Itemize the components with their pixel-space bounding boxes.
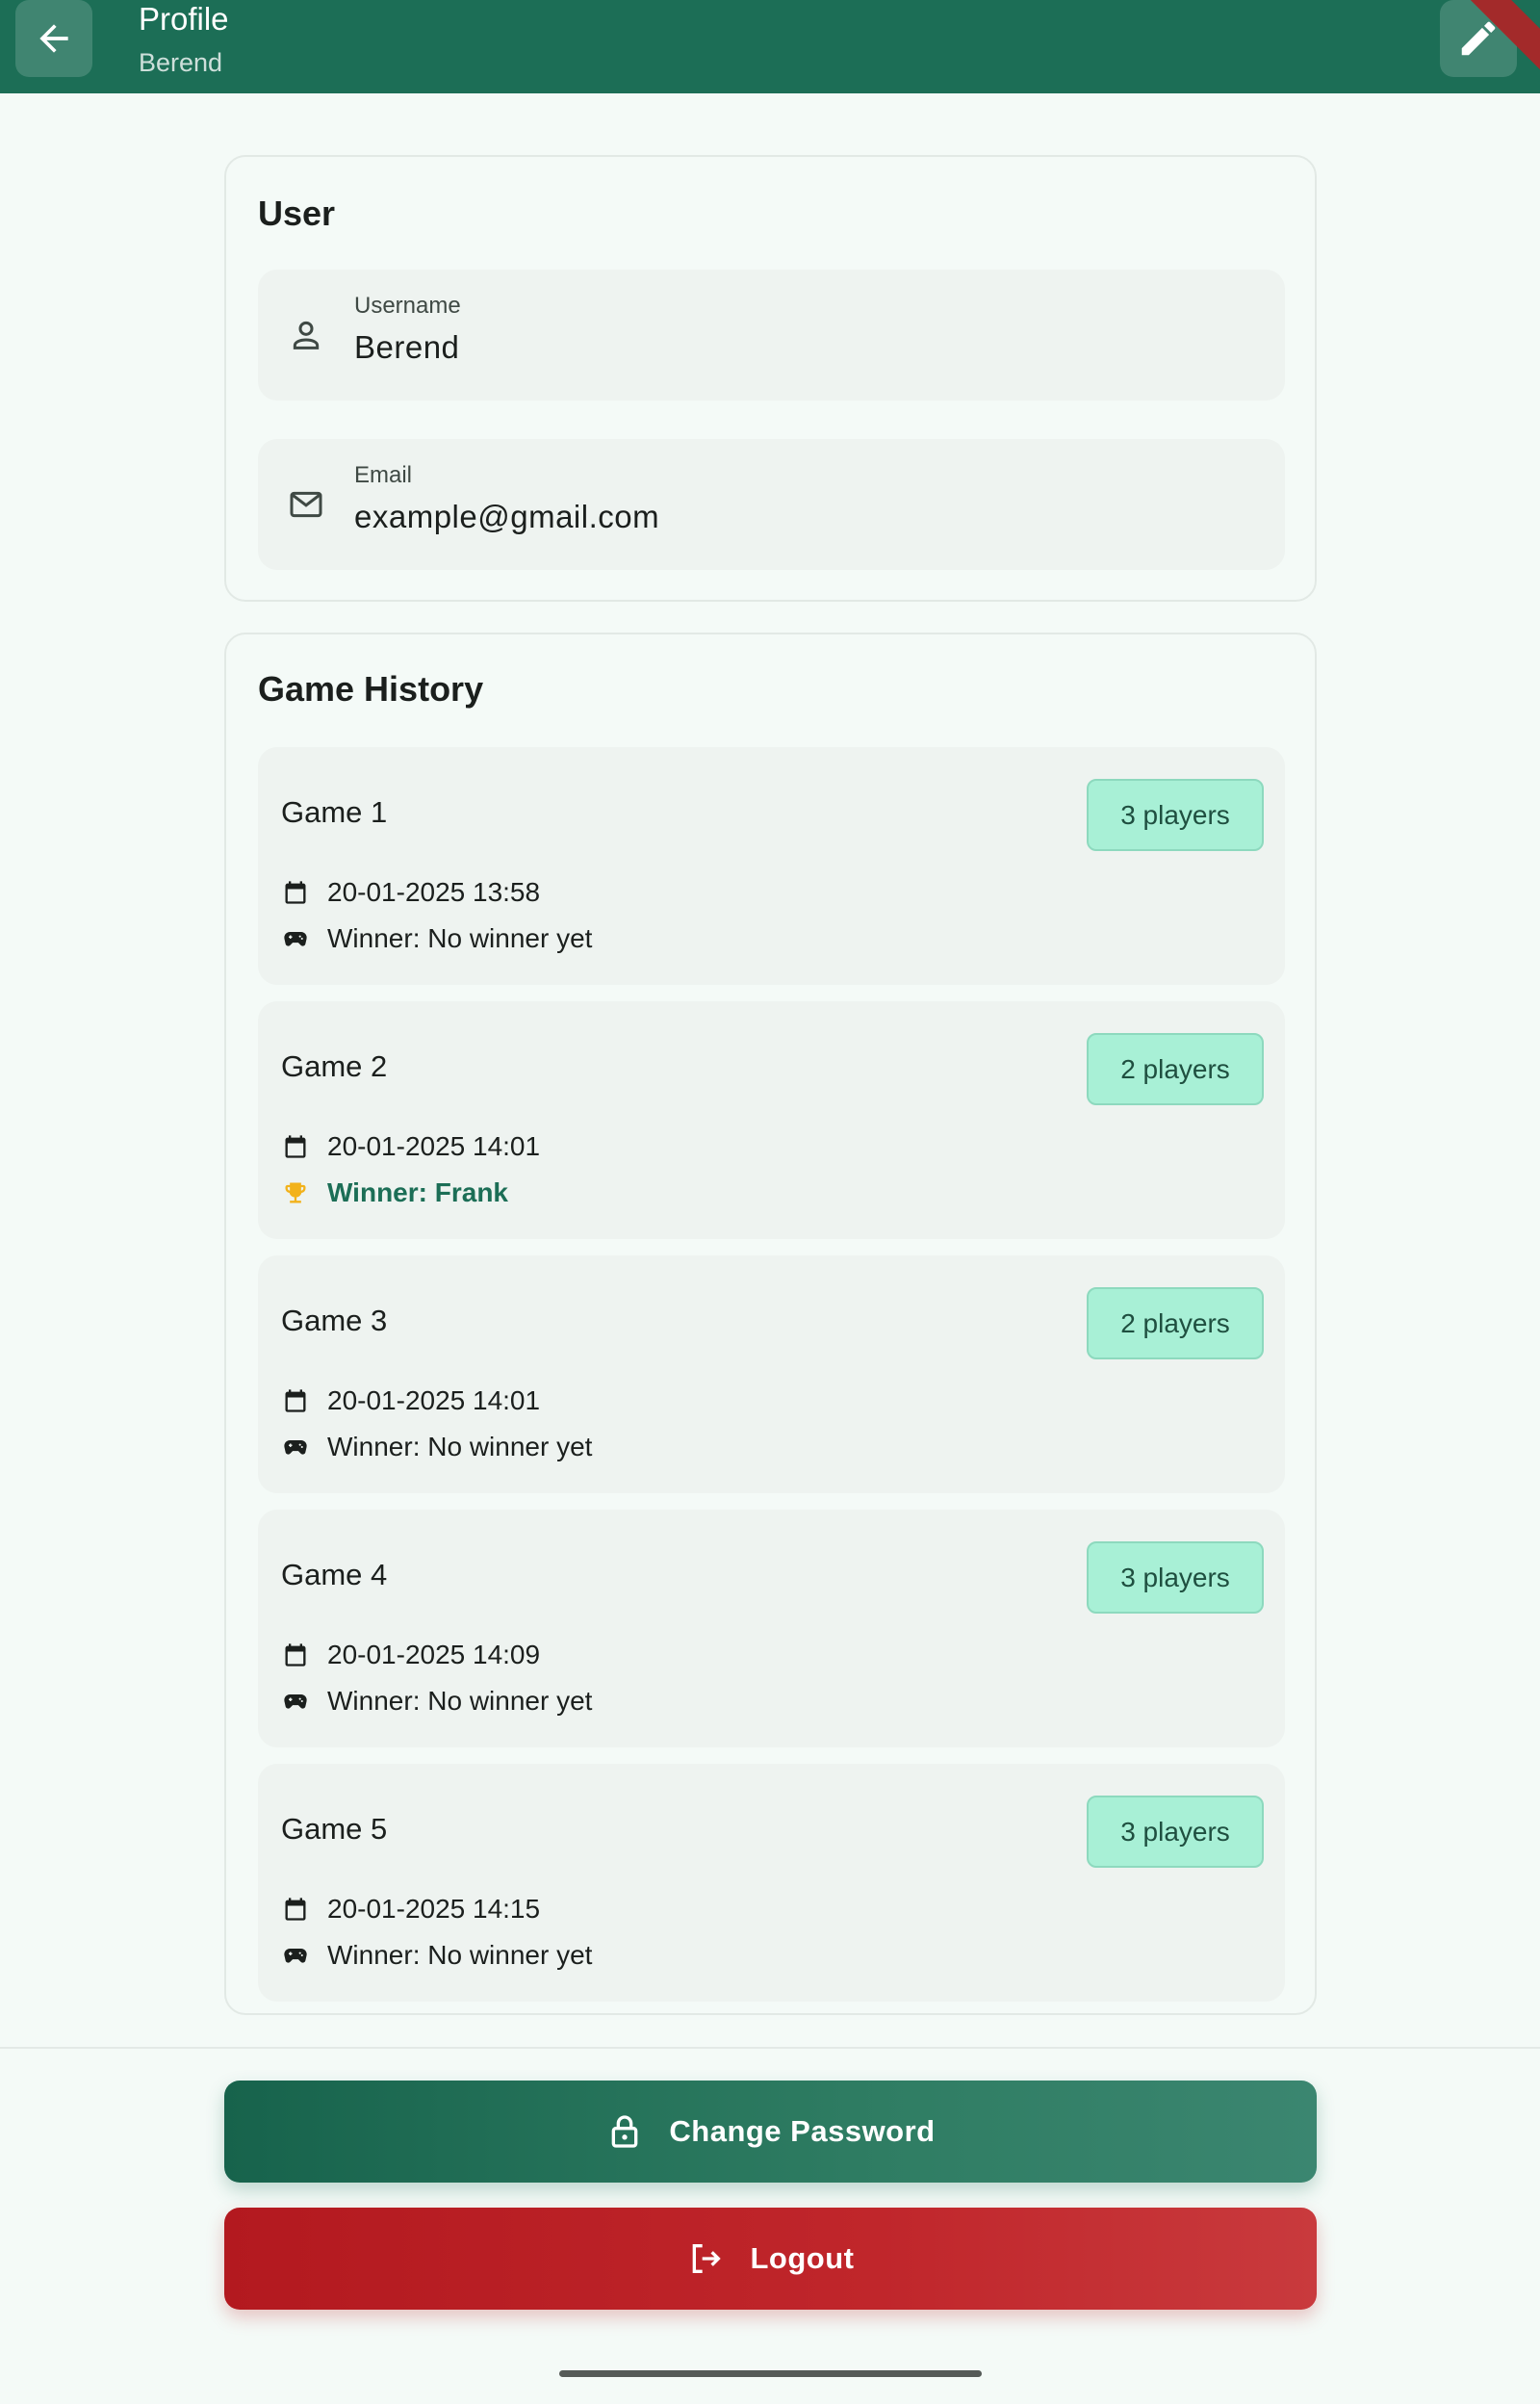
profile-screen: Profile Berend User Username Berend Emai…: [0, 0, 1540, 2404]
gamepad-icon: [281, 1941, 310, 1970]
email-value: example@gmail.com: [354, 499, 660, 534]
person-icon: [293, 321, 320, 349]
page-subtitle: Berend: [139, 48, 223, 77]
change-password-label: Change Password: [669, 2114, 936, 2148]
players-badge: 3 players: [1087, 1541, 1264, 1614]
calendar-icon: [281, 878, 310, 907]
home-indicator[interactable]: [559, 2370, 982, 2377]
game-winner-row: Winner: Frank: [281, 1177, 508, 1208]
game-list-item[interactable]: Game 3 2 players 20-01-2025 14:01 Winner…: [258, 1255, 1285, 1493]
game-name: Game 3: [281, 1304, 388, 1337]
players-badge: 2 players: [1087, 1033, 1264, 1105]
user-card: User Username Berend Email example@gmail…: [224, 155, 1317, 602]
game-date: 20-01-2025 14:01: [327, 1131, 541, 1161]
game-winner: Winner: No winner yet: [327, 1432, 593, 1461]
game-list-item[interactable]: Game 1 3 players 20-01-2025 13:58 Winner…: [258, 747, 1285, 985]
game-date-row: 20-01-2025 14:15: [281, 1894, 540, 1925]
user-card-title: User: [258, 194, 336, 233]
game-name: Game 4: [281, 1558, 388, 1591]
players-badge: 2 players: [1087, 1287, 1264, 1359]
game-winner-row: Winner: No winner yet: [281, 923, 592, 954]
game-date: 20-01-2025 14:09: [327, 1640, 541, 1669]
game-date-row: 20-01-2025 14:01: [281, 1385, 540, 1416]
bottom-divider: [0, 2047, 1540, 2049]
gamepad-icon: [281, 1433, 310, 1461]
back-button[interactable]: [15, 0, 92, 77]
logout-label: Logout: [750, 2241, 855, 2275]
game-winner: Winner: No winner yet: [327, 1686, 593, 1716]
game-history-title: Game History: [258, 669, 484, 709]
game-date-row: 20-01-2025 13:58: [281, 877, 540, 908]
game-winner-row: Winner: No winner yet: [281, 1686, 592, 1717]
game-name: Game 1: [281, 795, 388, 829]
gamepad-icon: [281, 924, 310, 953]
game-date: 20-01-2025 14:15: [327, 1894, 541, 1924]
game-date-row: 20-01-2025 14:09: [281, 1640, 540, 1670]
game-date-row: 20-01-2025 14:01: [281, 1131, 540, 1162]
calendar-icon: [281, 1641, 310, 1669]
game-winner: Winner: Frank: [327, 1177, 508, 1207]
calendar-icon: [281, 1132, 310, 1161]
username-label: Username: [354, 293, 461, 319]
game-winner: Winner: No winner yet: [327, 1940, 593, 1970]
game-date: 20-01-2025 13:58: [327, 877, 541, 907]
game-winner-row: Winner: No winner yet: [281, 1940, 592, 1971]
players-badge: 3 players: [1087, 1796, 1264, 1868]
game-history-card: Game History Game 1 3 players 20-01-2025…: [224, 633, 1317, 2015]
game-list-item[interactable]: Game 4 3 players 20-01-2025 14:09 Winner…: [258, 1510, 1285, 1747]
app-bar: Profile Berend: [0, 0, 1540, 93]
username-value: Berend: [354, 329, 460, 365]
page-title: Profile: [139, 1, 229, 37]
change-password-button[interactable]: Change Password: [224, 2081, 1317, 2183]
calendar-icon: [281, 1895, 310, 1924]
arrow-left-icon: [39, 24, 68, 53]
logout-button[interactable]: Logout: [224, 2208, 1317, 2310]
game-name: Game 5: [281, 1812, 388, 1846]
mail-icon: [290, 491, 322, 518]
email-field: Email example@gmail.com: [258, 439, 1285, 570]
game-winner: Winner: No winner yet: [327, 923, 593, 953]
email-label: Email: [354, 462, 413, 488]
game-name: Game 2: [281, 1049, 388, 1083]
gamepad-icon: [281, 1687, 310, 1716]
game-winner-row: Winner: No winner yet: [281, 1432, 592, 1462]
lock-icon: [605, 2112, 644, 2151]
game-list-item[interactable]: Game 2 2 players 20-01-2025 14:01 Winner…: [258, 1001, 1285, 1239]
username-field: Username Berend: [258, 270, 1285, 401]
logout-icon: [686, 2239, 725, 2278]
game-date: 20-01-2025 14:01: [327, 1385, 541, 1415]
players-badge: 3 players: [1087, 779, 1264, 851]
calendar-icon: [281, 1386, 310, 1415]
trophy-icon: [281, 1178, 310, 1207]
game-list-item[interactable]: Game 5 3 players 20-01-2025 14:15 Winner…: [258, 1764, 1285, 2002]
